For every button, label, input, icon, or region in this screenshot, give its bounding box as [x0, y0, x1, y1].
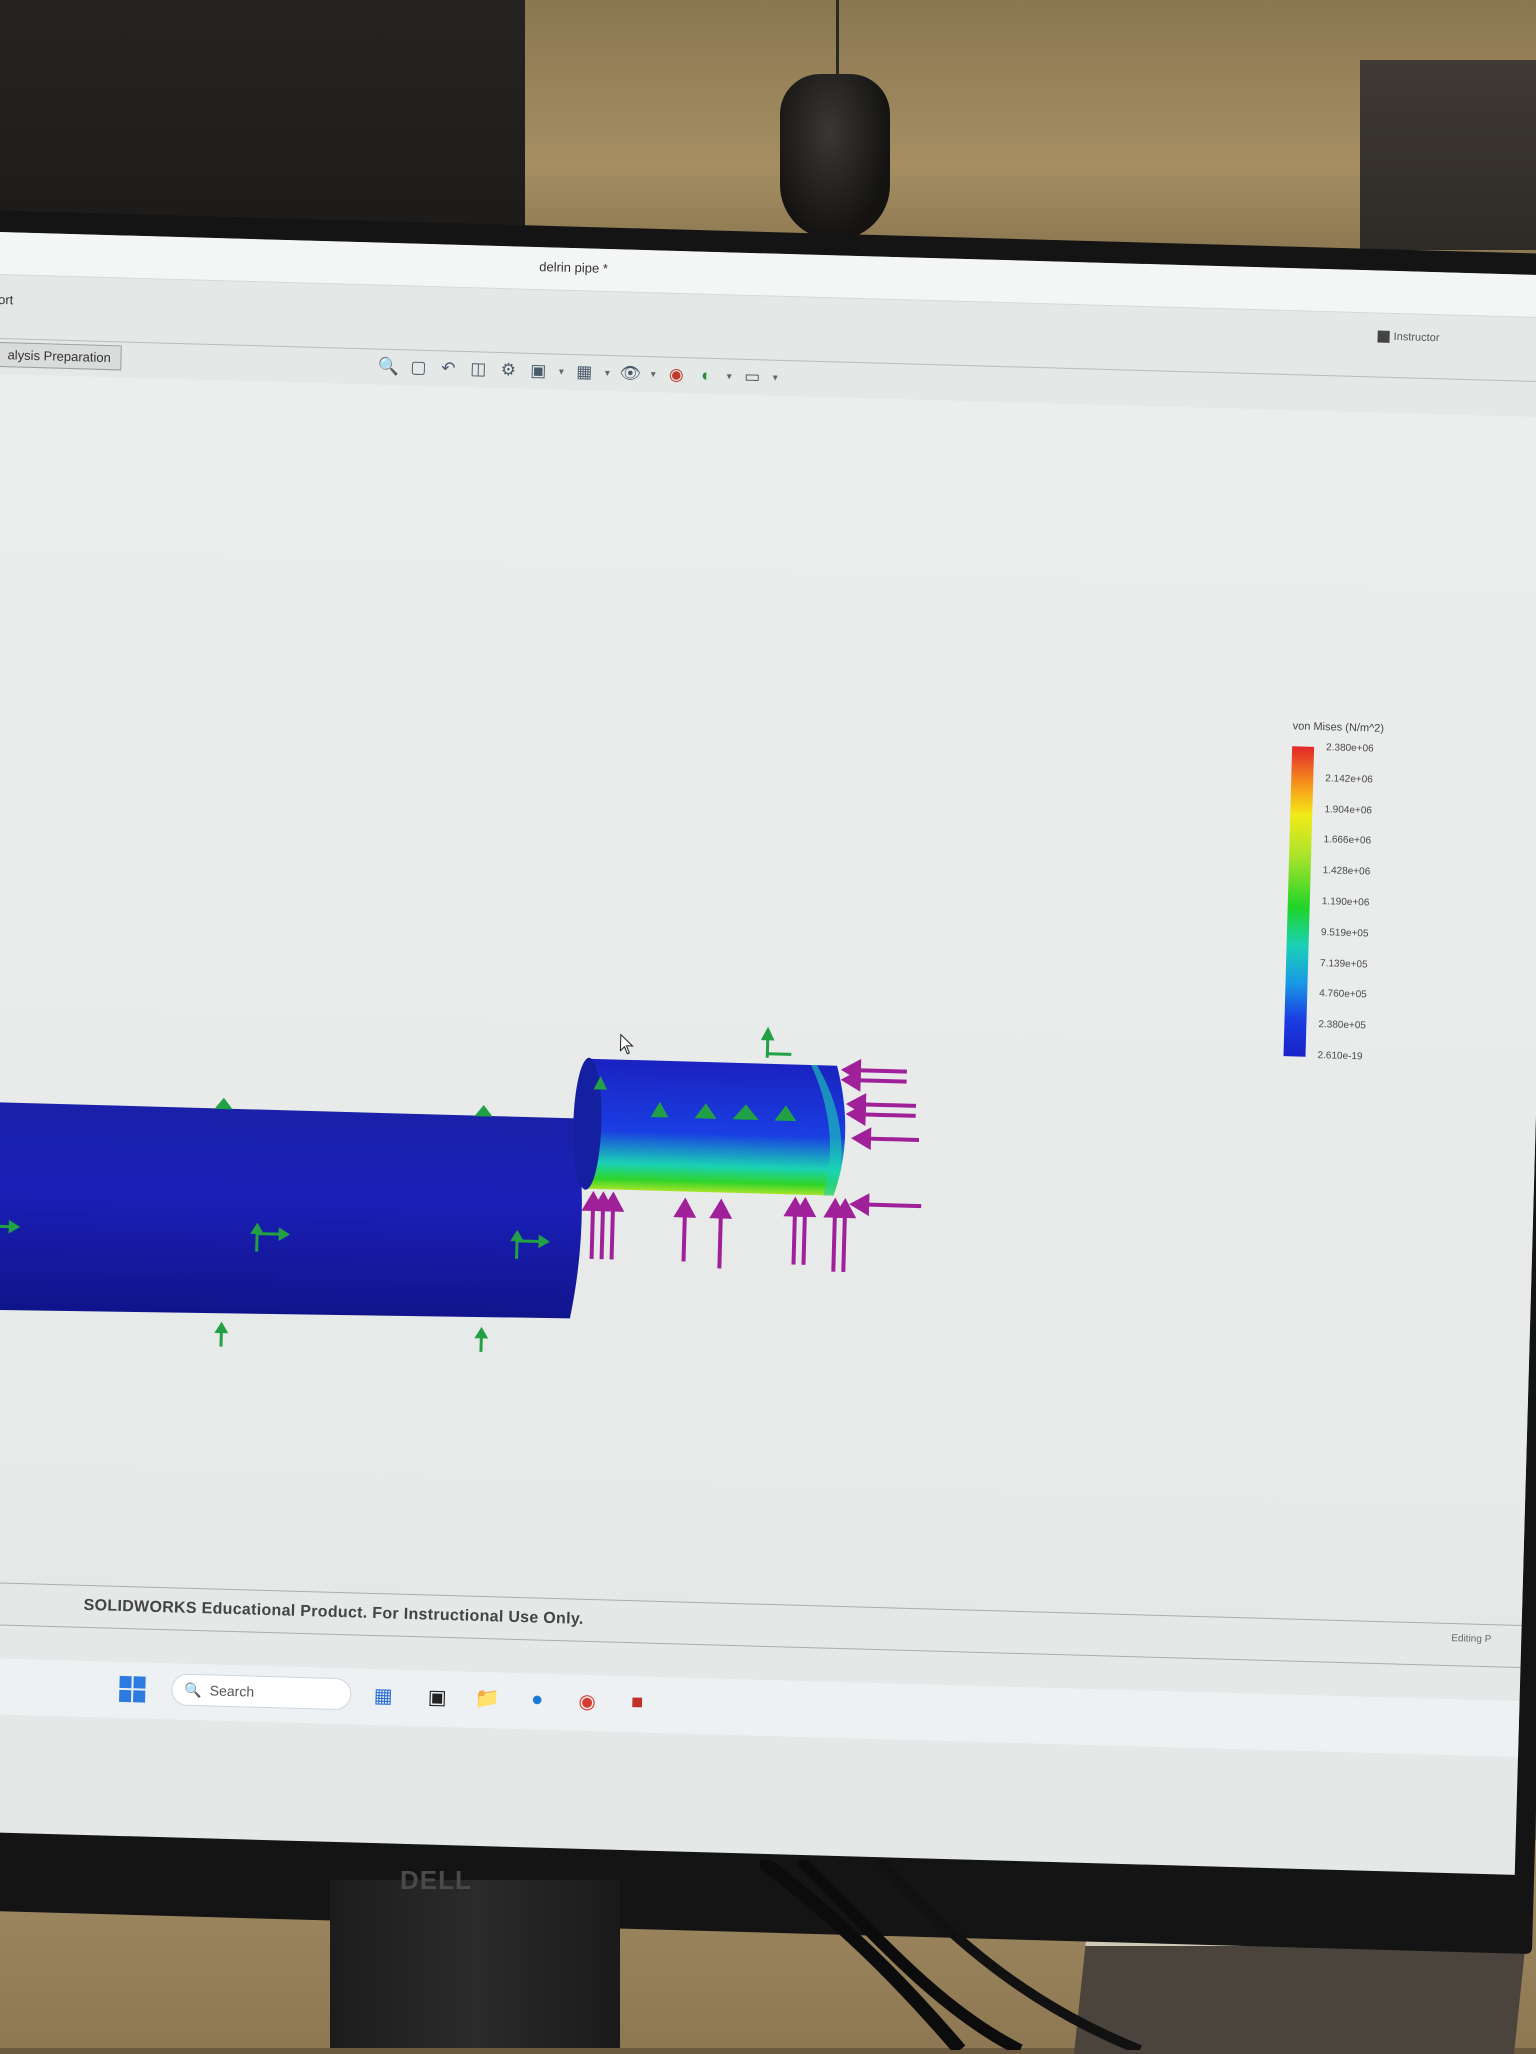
addin-label: Instructor	[1393, 330, 1440, 345]
monitor-stand	[330, 1880, 620, 2048]
status-right-text: Editing P	[1451, 1633, 1492, 1646]
previous-view-icon[interactable]: ↶	[436, 356, 461, 381]
windows-taskbar: 🔍 Search ▦ ▣ 📁 ● ◉ ■	[0, 1657, 1520, 1757]
hide-show-icon[interactable]: 👁	[618, 361, 643, 386]
zoom-to-area-icon[interactable]: ▢	[406, 355, 431, 380]
view-orientation-dropdown-icon[interactable]: ▾	[602, 367, 612, 378]
taskbar-search-placeholder: Search	[209, 1682, 255, 1700]
menu-item-partial[interactable]: ort	[0, 292, 13, 307]
legend-value: 2.142e+06	[1325, 773, 1373, 786]
dark-board	[0, 0, 525, 240]
solidworks-icon[interactable]: ■	[621, 1686, 654, 1719]
search-icon: 🔍	[184, 1681, 203, 1698]
legend-value: 1.904e+06	[1324, 803, 1373, 817]
legend-value: 1.428e+06	[1322, 865, 1371, 878]
chrome-icon[interactable]: ◉	[571, 1685, 604, 1718]
legend-labels: 2.380e+06 2.142e+06 1.904e+06 1.666e+06 …	[1317, 739, 1374, 1066]
apply-scene-icon[interactable]: ◐	[694, 363, 719, 388]
screen: delrin pipe * ort Instructor alysis Prep…	[0, 232, 1536, 1875]
legend-value: 7.139e+05	[1319, 957, 1368, 971]
heads-up-toolbar: 🔍 ▢ ↶ ◫ ⚙ ▣ ▾ ▦ ▾ 👁 ▾ ◉ ◐ ▾ ▭ ▾	[376, 355, 781, 390]
windows-start-icon[interactable]	[119, 1675, 146, 1703]
legend-value: 2.610e-19	[1317, 1050, 1363, 1063]
addin-indicator[interactable]: Instructor	[1377, 330, 1440, 345]
hide-show-dropdown-icon[interactable]: ▾	[648, 369, 658, 380]
view-settings-icon[interactable]: ▭	[740, 365, 765, 390]
desktop-icon[interactable]: ▣	[421, 1680, 454, 1713]
legend-value: 2.380e+06	[1325, 742, 1374, 755]
legend-title: von Mises (N/m^2)	[1292, 720, 1385, 735]
monitor-brand: DELL	[400, 1865, 472, 1895]
legend-value: 1.666e+06	[1323, 834, 1372, 847]
edge-icon[interactable]: ●	[521, 1683, 554, 1716]
small-pipe-section	[573, 1057, 846, 1196]
apply-scene-dropdown-icon[interactable]: ▾	[724, 371, 734, 382]
dynamic-annotation-icon[interactable]: ⚙	[496, 358, 521, 383]
ceiling-speaker	[780, 74, 890, 240]
speaker-rod	[836, 0, 839, 85]
addin-icon	[1377, 330, 1390, 343]
task-view-icon[interactable]: ▦	[367, 1679, 400, 1712]
legend-value: 9.519e+05	[1320, 926, 1369, 940]
file-explorer-icon[interactable]: 📁	[471, 1682, 504, 1715]
status-divider-lower	[0, 1623, 1521, 1669]
ceiling-beam	[1360, 60, 1536, 250]
zoom-to-fit-icon[interactable]: 🔍	[376, 355, 401, 380]
educational-watermark: SOLIDWORKS Educational Product. For Inst…	[83, 1596, 584, 1628]
document-title: delrin pipe *	[539, 259, 609, 276]
large-pipe-section	[0, 1101, 582, 1319]
tab-analysis-preparation[interactable]: alysis Preparation	[0, 341, 123, 371]
legend-value: 4.760e+05	[1319, 988, 1367, 1001]
section-view-icon[interactable]: ◫	[466, 357, 491, 382]
display-style-dropdown-icon[interactable]: ▾	[556, 366, 566, 377]
legend-value: 1.190e+06	[1321, 896, 1370, 909]
display-style-icon[interactable]: ▣	[526, 359, 551, 384]
taskbar-search[interactable]: 🔍 Search	[170, 1673, 352, 1711]
view-orientation-icon[interactable]: ▦	[572, 360, 597, 385]
edit-appearance-icon[interactable]: ◉	[664, 363, 689, 388]
stress-plot-model[interactable]	[0, 972, 979, 1380]
legend-value: 2.380e+05	[1318, 1019, 1367, 1032]
view-settings-dropdown-icon[interactable]: ▾	[770, 372, 780, 383]
monitor-cables	[760, 1860, 1142, 2050]
